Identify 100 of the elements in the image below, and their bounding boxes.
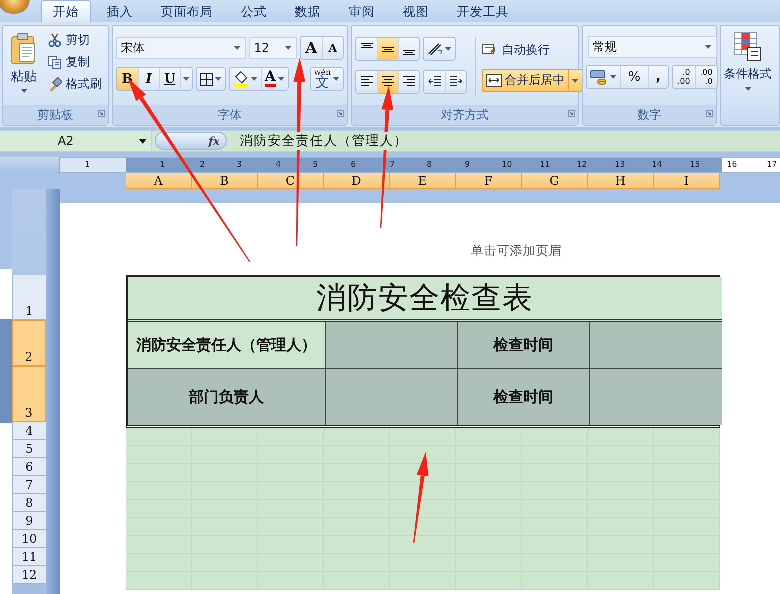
shrink-font-button[interactable]: A — [322, 37, 343, 59]
ruler-number: 4 — [276, 159, 282, 171]
merge-center-button[interactable]: 合并后居中 — [482, 69, 583, 92]
caret-icon — [183, 77, 190, 81]
table-cell — [126, 500, 192, 518]
group-label: 字体 — [218, 106, 242, 124]
wrap-text-button[interactable]: 自动换行 — [482, 39, 583, 61]
percent-button[interactable]: % — [620, 66, 648, 88]
ribbon-tab[interactable]: 数据 — [283, 0, 333, 22]
increase-decimal-button[interactable]: .0 .00 — [673, 66, 695, 88]
ribbon-tab[interactable]: 开始 — [41, 0, 91, 22]
table-cell: 检查时间 — [458, 369, 590, 425]
row-header[interactable]: 6 — [12, 458, 46, 476]
decrease-decimal-button[interactable]: .00 .0 — [695, 66, 717, 88]
caret-icon — [251, 77, 258, 81]
ruler-number: 8 — [427, 159, 432, 171]
table-cell — [390, 482, 456, 500]
caret-icon — [285, 46, 292, 50]
caret-icon — [333, 77, 340, 81]
underline-button[interactable]: U — [159, 68, 180, 90]
row-header[interactable]: 2 — [12, 320, 46, 366]
conditional-format-button[interactable]: 条件格式 — [724, 29, 772, 125]
table-cell — [390, 536, 456, 554]
column-header[interactable]: G — [522, 173, 588, 189]
table-cell — [654, 446, 720, 464]
ruler-number: 11 — [540, 159, 550, 171]
row-header[interactable]: 7 — [12, 476, 46, 494]
column-header[interactable]: E — [390, 173, 456, 189]
table-cell — [390, 572, 456, 590]
horizontal-align-button[interactable] — [377, 71, 398, 93]
table-cell — [654, 554, 720, 572]
row-header[interactable]: 1 — [12, 275, 46, 320]
dialog-launcher-icon — [568, 110, 575, 117]
table-cell — [588, 572, 654, 590]
table-cell — [456, 428, 522, 446]
sheet-title: 消防安全检查表 — [128, 277, 722, 322]
ruler-number: 15 — [690, 159, 700, 171]
comma-button[interactable]: , — [648, 66, 668, 88]
ribbon-tab[interactable]: 视图 — [391, 0, 441, 22]
ruler-number: 12 — [577, 159, 588, 171]
dropdown-button[interactable] — [180, 68, 192, 90]
copy-icon — [48, 54, 62, 70]
table-cell — [522, 428, 588, 446]
table-cell — [654, 518, 720, 536]
ribbon-tab[interactable]: 审阅 — [337, 0, 387, 22]
toolbar-button[interactable]: 格式刷 — [48, 75, 102, 93]
grow-font-button[interactable]: A — [301, 37, 322, 59]
ruler-number: 7 — [390, 159, 396, 171]
paste-button[interactable]: 粘贴 — [6, 29, 42, 105]
row-header[interactable]: 3 — [12, 366, 46, 422]
table-cell — [390, 500, 456, 518]
row-header[interactable]: 11 — [12, 548, 46, 566]
table-cell — [126, 572, 192, 590]
table-cell — [258, 428, 324, 446]
column-header[interactable]: B — [192, 173, 258, 189]
table-cell — [390, 428, 456, 446]
conditional-table-icon — [734, 32, 762, 62]
indent-icon — [449, 75, 463, 89]
toolbar-button[interactable]: 剪切 — [48, 31, 102, 49]
number-format-dropdown[interactable]: 常规 — [588, 36, 717, 58]
table-cell — [126, 446, 192, 464]
ribbon-tab[interactable]: 开发工具 — [445, 0, 521, 22]
caret-icon — [234, 46, 242, 50]
row-header[interactable]: 5 — [12, 440, 46, 458]
table-cell — [126, 554, 192, 572]
group-label: 对齐方式 — [441, 106, 489, 124]
phonetic-button[interactable]: wén 文 — [311, 68, 343, 90]
row-header[interactable]: 12 — [12, 566, 46, 584]
row-header[interactable]: 9 — [12, 512, 46, 530]
font-size-dropdown[interactable]: 12 — [249, 37, 297, 59]
table-cell — [324, 572, 390, 590]
ruler-number: 1 — [160, 159, 166, 171]
ribbon-tab[interactable]: 插入 — [95, 0, 145, 22]
ruler-number: 6 — [351, 159, 356, 171]
row-header[interactable]: 8 — [12, 494, 46, 512]
toolbar-button[interactable]: 复制 — [48, 53, 102, 71]
caret-icon — [139, 138, 147, 144]
ribbon-tab[interactable]: 公式 — [229, 0, 279, 22]
align-lines-icon — [382, 46, 394, 52]
ruler-number: 5 — [313, 159, 318, 171]
indent-icon — [428, 75, 442, 89]
table-cell — [654, 482, 720, 500]
column-header[interactable]: H — [588, 173, 654, 189]
font-name-dropdown[interactable]: 宋体 — [116, 37, 246, 59]
row-header[interactable]: 4 — [12, 422, 46, 440]
column-header[interactable]: C — [258, 173, 324, 189]
column-header[interactable]: I — [654, 173, 720, 189]
column-header[interactable]: F — [456, 173, 522, 189]
header-placeholder[interactable]: 单击可添加页眉 — [471, 241, 562, 261]
ruler-number: 9 — [465, 159, 470, 171]
caret-icon — [215, 77, 222, 81]
row-header[interactable]: 10 — [12, 530, 46, 548]
insert-function-button[interactable]: fx — [155, 132, 227, 150]
column-header[interactable]: A — [126, 173, 192, 189]
money-icon — [590, 69, 608, 85]
column-header[interactable]: D — [324, 173, 390, 189]
ruler-number: 2 — [200, 159, 206, 171]
ribbon-tab[interactable]: 页面布局 — [149, 0, 225, 22]
name-box[interactable]: A2 — [0, 131, 152, 151]
vertical-align-button[interactable] — [377, 38, 398, 60]
